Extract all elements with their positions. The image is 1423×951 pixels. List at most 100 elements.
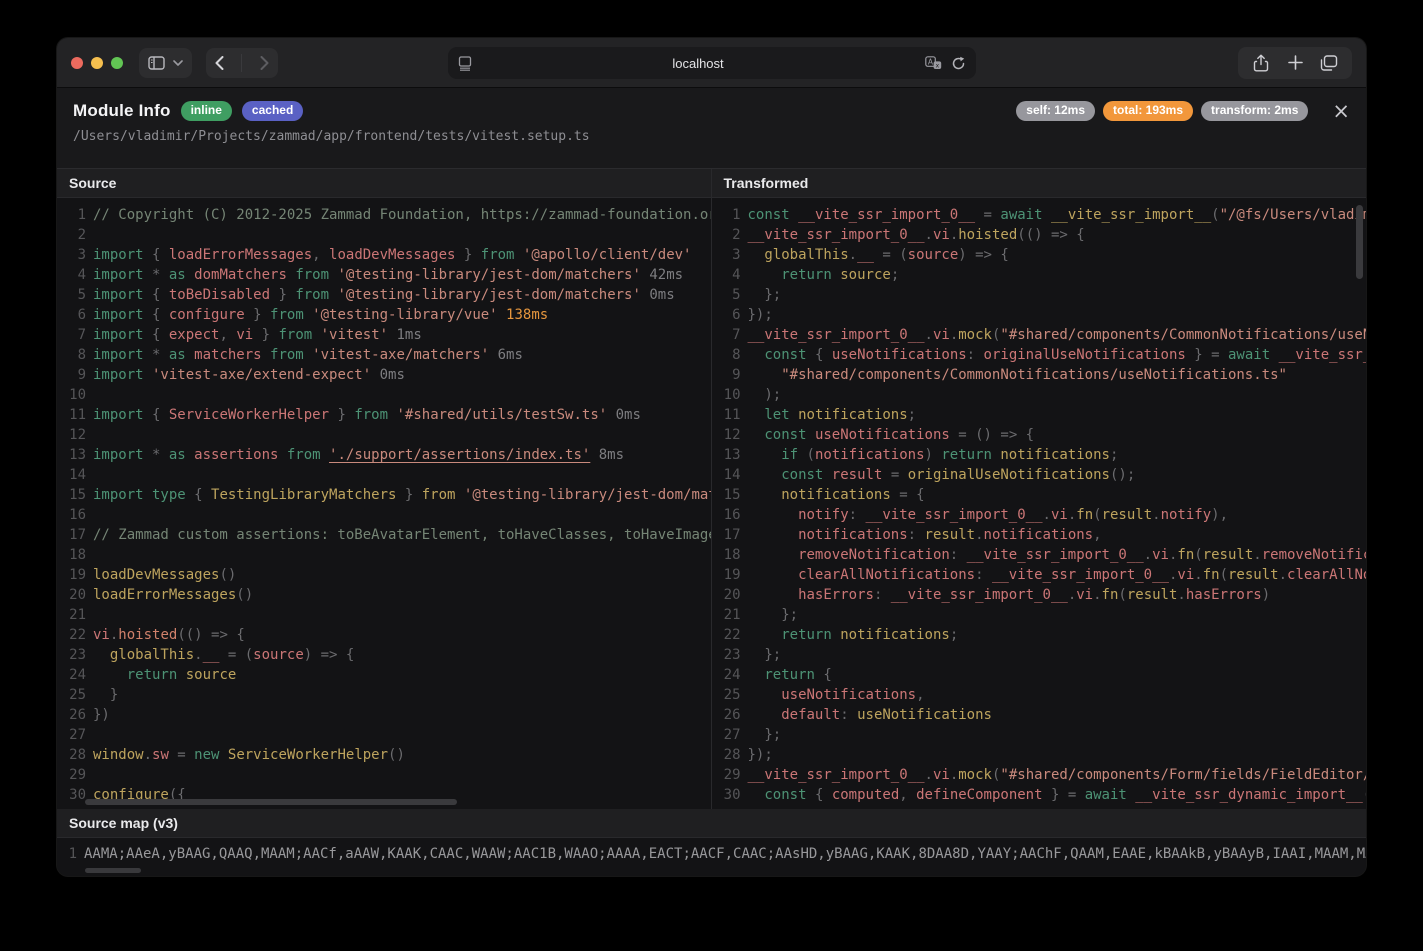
code-token: __vite_ssr_import_0__ — [866, 507, 1043, 523]
code-line: 7import { expect, vi } from 'vitest' 1ms — [57, 325, 711, 345]
code-token: "#shared/components/CommonNotifications/… — [781, 367, 1287, 383]
code-token: globalThis — [764, 247, 848, 263]
code-line: 24 return { — [712, 665, 1367, 685]
code-token: mock — [958, 327, 992, 343]
code-token: ) — [925, 447, 942, 463]
code-token: 'vitest-axe/matchers' — [304, 347, 489, 363]
code-token: ; — [950, 627, 958, 643]
code-token: from — [422, 487, 456, 503]
code-line: 14 — [57, 465, 711, 485]
code-token: * — [144, 267, 169, 283]
line-number: 19 — [57, 565, 86, 585]
zoom-window-button[interactable] — [111, 57, 123, 69]
close-window-button[interactable] — [71, 57, 83, 69]
code-token: assertions — [186, 447, 279, 463]
code-token: AAMA;AAeA,yBAAG,QAAQ,MAAM;AACf,aAAW,KAAK… — [84, 846, 1366, 862]
code-token: * — [144, 447, 169, 463]
code-line: 5 }; — [712, 285, 1367, 305]
code-token: return — [127, 667, 178, 683]
line-number: 8 — [712, 345, 741, 365]
code-line: 25 useNotifications, — [712, 685, 1367, 705]
code-token: fn — [1076, 507, 1093, 523]
code-token: const — [748, 207, 790, 223]
code-token: return — [781, 267, 832, 283]
line-number: 29 — [712, 765, 741, 785]
code-line: 16 — [57, 505, 711, 525]
line-number: 17 — [712, 525, 741, 545]
code-token: 6ms — [489, 347, 523, 363]
address-bar[interactable]: localhost A x — [448, 47, 976, 79]
self-time-badge: self: 12ms — [1016, 101, 1095, 121]
share-button[interactable] — [1244, 47, 1278, 79]
page-settings-icon[interactable] — [458, 56, 472, 71]
navigation-group — [206, 48, 278, 78]
code-line: 9import 'vitest-axe/extend-expect' 0ms — [57, 365, 711, 385]
line-number: 4 — [712, 265, 741, 285]
code-token: } — [253, 327, 278, 343]
line-number: 30 — [712, 785, 741, 805]
close-button[interactable]: × — [1332, 102, 1350, 120]
code-token: } — [396, 487, 421, 503]
module-info-header: Module Info inline cached self: 12ms tot… — [57, 88, 1366, 169]
code-token: vi — [93, 627, 110, 643]
code-line: 15import type { TestingLibraryMatchers }… — [57, 485, 711, 505]
code-token: . — [975, 527, 983, 543]
code-token: hoisted — [118, 627, 177, 643]
code-token: } — [93, 687, 118, 703]
page-title: Module Info — [73, 101, 171, 121]
line-number: 17 — [57, 525, 86, 545]
code-token: from — [262, 347, 304, 363]
code-token: result — [1228, 567, 1279, 583]
code-token: "#shared/components/CommonNotifications/… — [1000, 327, 1366, 343]
code-token — [748, 447, 782, 463]
module-link[interactable]: './support/assertions/index.ts' — [329, 447, 590, 463]
code-line: 25 } — [57, 685, 711, 705]
minimize-window-button[interactable] — [91, 57, 103, 69]
reload-icon[interactable] — [951, 56, 966, 71]
code-token: : — [975, 567, 992, 583]
back-button[interactable] — [215, 56, 224, 70]
code-token: __vite_ssr_dynamic_import__ — [1127, 787, 1363, 803]
code-token: clearAllNotifications — [1287, 567, 1366, 583]
code-token: from — [481, 247, 515, 263]
code-token: ServiceWorkerHelper — [169, 407, 329, 423]
code-token: if — [781, 447, 798, 463]
code-line: 19loadDevMessages() — [57, 565, 711, 585]
code-token — [748, 427, 765, 443]
code-line: 10 ); — [712, 385, 1367, 405]
sourcemap-horizontal-scrollbar[interactable] — [85, 868, 141, 873]
translate-icon[interactable]: A x — [925, 56, 942, 70]
code-line: 17 notifications: result.notifications, — [712, 525, 1367, 545]
code-token: } — [270, 287, 295, 303]
code-token: { — [815, 667, 832, 683]
code-token: (() => { — [1017, 227, 1084, 243]
code-line: 20 hasErrors: __vite_ssr_import_0__.vi.f… — [712, 585, 1367, 605]
code-token — [748, 367, 782, 383]
code-token: 138ms — [498, 307, 549, 323]
forward-button[interactable] — [260, 56, 269, 70]
line-number: 18 — [712, 545, 741, 565]
code-token: ; — [908, 407, 916, 423]
code-token: result — [1102, 507, 1153, 523]
code-token: useNotifications — [807, 427, 950, 443]
code-token: removeNotification — [1262, 547, 1366, 563]
window-controls — [71, 57, 123, 69]
code-token: { — [144, 327, 169, 343]
line-number: 20 — [57, 585, 86, 605]
transformed-panel: Transformed 1const __vite_ssr_import_0__… — [712, 169, 1367, 809]
transformed-vertical-scrollbar[interactable] — [1356, 205, 1363, 279]
sidebar-dropdown-button[interactable] — [173, 60, 183, 66]
code-token: '@testing-library/jest-dom/matchers' — [455, 487, 710, 503]
new-tab-button[interactable] — [1278, 47, 1312, 79]
sidebar-toggle-button[interactable] — [148, 56, 166, 70]
code-token: from — [278, 447, 329, 463]
module-path: /Users/vladimir/Projects/zammad/app/fron… — [73, 129, 1350, 144]
tabs-overview-button[interactable] — [1312, 47, 1346, 79]
timing-badges: self: 12ms total: 193ms transform: 2ms × — [1016, 101, 1350, 121]
code-token: import — [93, 287, 144, 303]
source-horizontal-scrollbar[interactable] — [85, 799, 457, 805]
code-line: 4 return source; — [712, 265, 1367, 285]
code-token: . — [1152, 507, 1160, 523]
code-token — [748, 267, 782, 283]
code-token: . — [1177, 587, 1185, 603]
